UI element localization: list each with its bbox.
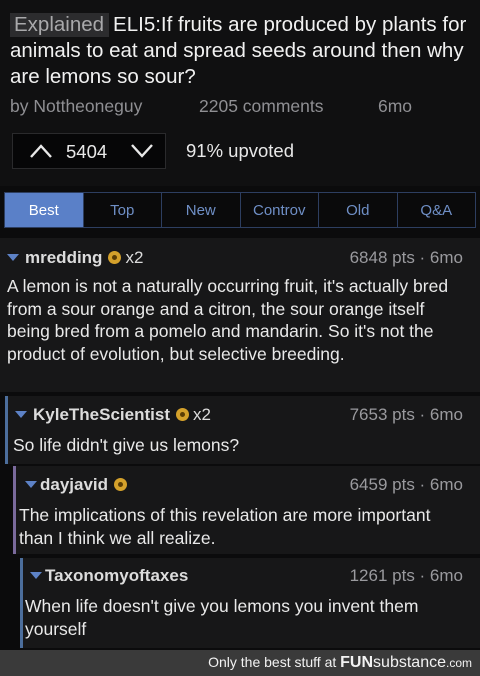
comment-points: 6848 pts · 6mo — [349, 248, 463, 267]
tab-top[interactable]: Top — [84, 193, 162, 227]
comment-body: The implications of this revelation are … — [19, 505, 431, 548]
comment-header: KyleTheScientist x2 7653 pts · 6mo — [5, 405, 480, 429]
comment: Taxonomyoftaxes 1261 pts · 6mo When life… — [20, 558, 480, 648]
tab-qa[interactable]: Q&A — [398, 193, 476, 227]
upvote-arrow-icon[interactable] — [29, 140, 53, 162]
comment: dayjavid 6459 pts · 6mo The implications… — [13, 466, 480, 554]
comment-author[interactable]: dayjavid — [40, 475, 128, 495]
tab-old[interactable]: Old — [319, 193, 398, 227]
gild-count: x2 — [193, 405, 211, 424]
gild-count: x2 — [125, 248, 144, 267]
tab-best[interactable]: Best — [5, 193, 84, 227]
watermark-logo: FUNsubstance.com — [340, 654, 472, 671]
post-age: 6mo — [378, 96, 413, 116]
post-header: Explained ELI5:If fruits are produced by … — [0, 0, 480, 186]
post-score: 5404 — [66, 141, 108, 162]
comment-author[interactable]: Taxonomyoftaxes — [45, 566, 188, 586]
tab-new[interactable]: New — [162, 193, 241, 227]
upvote-percentage: 91% upvoted — [186, 140, 295, 161]
gold-award-icon — [176, 408, 189, 421]
comment-author[interactable]: KyleTheScientist x2 — [33, 405, 211, 425]
comment-author[interactable]: mredding x2 — [25, 248, 143, 268]
post-author[interactable]: by Nottheoneguy — [10, 96, 142, 117]
comment-body: So life didn't give us lemons? — [13, 435, 240, 455]
comment-body: A lemon is not a naturally occurring fru… — [7, 276, 449, 364]
tab-controversial[interactable]: Controv — [241, 193, 319, 227]
comment-header: dayjavid 6459 pts · 6mo — [13, 475, 480, 499]
comment-body: When life doesn't give you lemons you in… — [25, 596, 419, 639]
comment-header: mredding x2 6848 pts · 6mo — [0, 238, 480, 267]
vote-control: 5404 — [12, 133, 166, 169]
comment-points: 1261 pts · 6mo — [349, 566, 463, 585]
collapse-caret-icon[interactable] — [7, 254, 19, 261]
post-title[interactable]: Explained ELI5:If fruits are produced by … — [10, 12, 472, 90]
comment-points: 6459 pts · 6mo — [349, 475, 463, 494]
comment: KyleTheScientist x2 7653 pts · 6mo So lif… — [5, 396, 480, 464]
downvote-arrow-icon[interactable] — [130, 140, 154, 162]
collapse-caret-icon[interactable] — [25, 481, 37, 488]
comment-points: 7653 pts · 6mo — [349, 405, 463, 424]
collapse-caret-icon[interactable] — [30, 572, 42, 579]
gold-award-icon — [108, 251, 122, 264]
watermark-bar: Only the best stuff at FUNsubstance.com — [0, 650, 480, 676]
sort-tabs: Best Top New Controv Old Q&A — [4, 192, 476, 228]
gold-award-icon — [114, 478, 128, 491]
comment: mredding x2 6848 pts · 6mo A lemon is not… — [0, 238, 480, 392]
comment-header: Taxonomyoftaxes 1261 pts · 6mo — [20, 566, 480, 590]
comment-count[interactable]: 2205 comments — [199, 96, 324, 117]
post-flair[interactable]: Explained — [10, 13, 110, 37]
watermark-tagline: Only the best stuff at — [208, 654, 337, 670]
collapse-caret-icon[interactable] — [15, 411, 27, 418]
watermark: Only the best stuff at FUNsubstance.com — [208, 654, 472, 672]
